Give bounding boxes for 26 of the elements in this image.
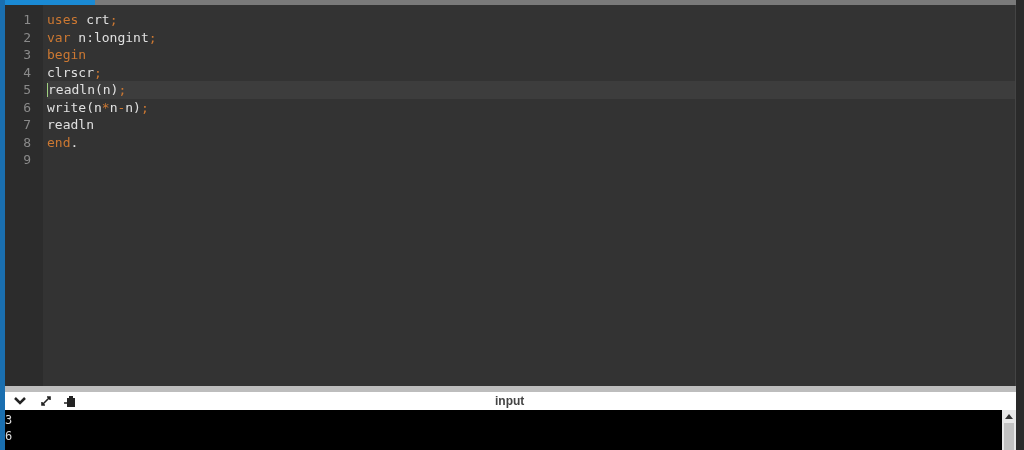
code-line: begin xyxy=(47,46,87,64)
code-line: clrscr; xyxy=(47,63,102,81)
clipboard-icon[interactable] xyxy=(63,394,77,408)
scroll-up-icon[interactable] xyxy=(1005,414,1013,419)
line-number: 4 xyxy=(23,64,31,80)
line-number: 1 xyxy=(23,12,31,27)
code-line: end. xyxy=(47,133,79,151)
collapse-icon[interactable] xyxy=(13,395,27,407)
line-number: 5 xyxy=(23,82,31,97)
panel-title: input xyxy=(495,395,525,407)
code-line: var n:longint; xyxy=(47,28,157,46)
code-line: write(n*n-n); xyxy=(47,98,149,116)
code-line: readln(n); xyxy=(48,81,127,99)
line-number: 8 xyxy=(23,134,31,150)
line-number: 9 xyxy=(23,152,31,167)
text-cursor xyxy=(47,82,48,97)
line-number: 7 xyxy=(23,117,31,132)
output-line: 3 xyxy=(5,412,14,428)
line-number: 6 xyxy=(23,99,31,115)
line-number: 2 xyxy=(23,29,31,45)
code-line: readln xyxy=(47,116,94,134)
expand-icon[interactable] xyxy=(39,395,53,407)
output-line: 6 xyxy=(5,428,14,444)
line-number: 3 xyxy=(23,47,31,62)
scrollbar[interactable] xyxy=(1002,410,1016,450)
code-line: uses crt; xyxy=(47,11,118,29)
